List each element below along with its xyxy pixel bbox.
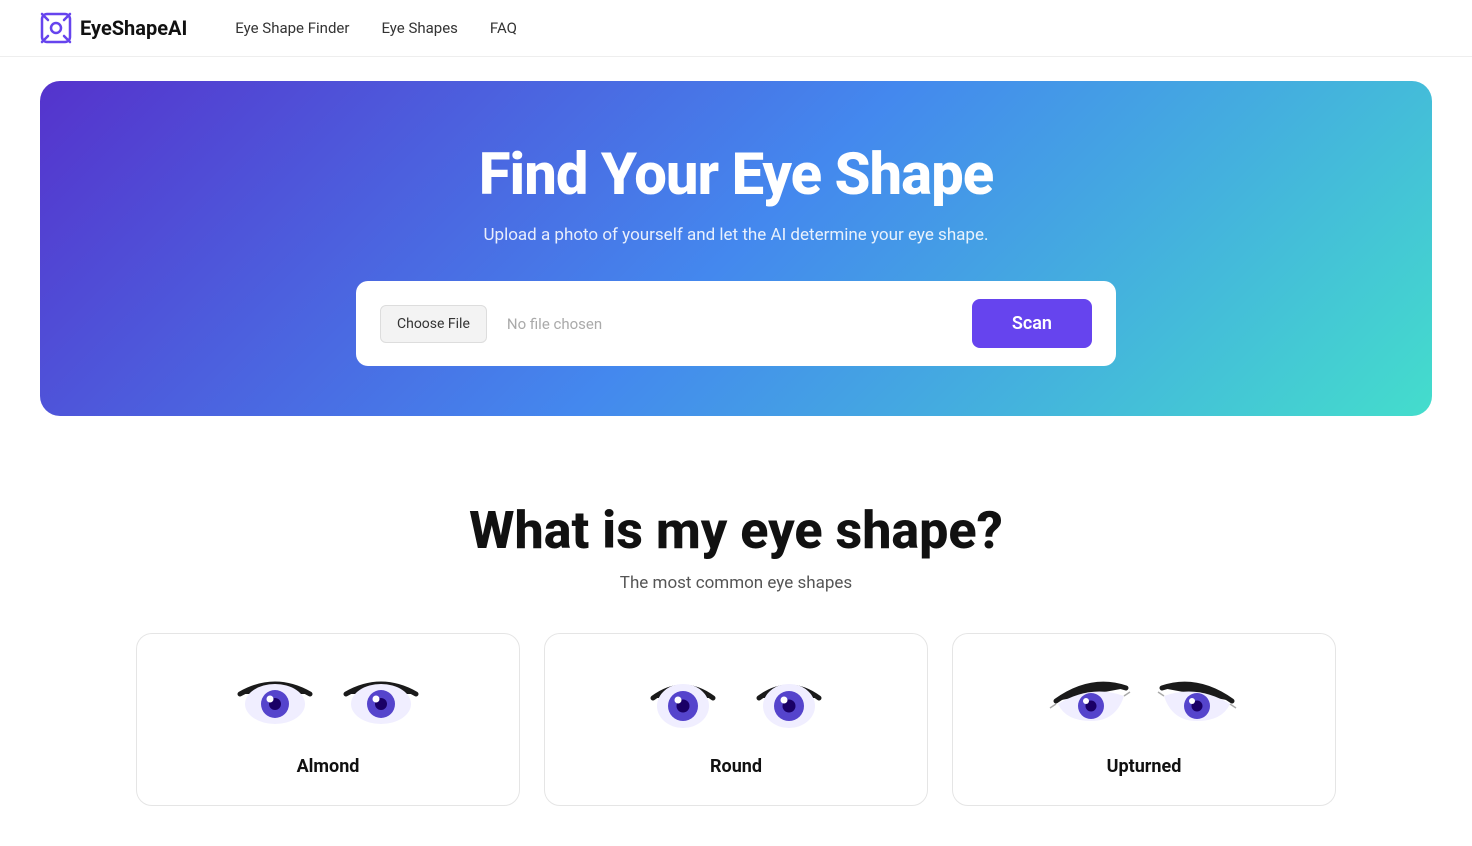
card-almond: Almond — [136, 633, 520, 806]
scan-button[interactable]: Scan — [972, 299, 1092, 348]
nav-link-shapes[interactable]: Eye Shapes — [381, 19, 457, 37]
hero-title: Find Your Eye Shape — [479, 141, 993, 209]
logo-icon — [40, 12, 72, 44]
card-upturned: Upturned — [952, 633, 1336, 806]
almond-left-eye — [230, 666, 320, 736]
almond-eyes — [230, 666, 426, 736]
choose-file-button[interactable]: Choose File — [380, 305, 487, 343]
upturned-right-eye — [1152, 666, 1242, 736]
hero-section: Find Your Eye Shape Upload a photo of yo… — [40, 81, 1432, 416]
hero-subtitle: Upload a photo of yourself and let the A… — [484, 225, 989, 245]
eye-shapes-section: What is my eye shape? The most common ey… — [0, 440, 1472, 846]
section-subtitle: The most common eye shapes — [620, 573, 852, 593]
card-almond-label: Almond — [297, 756, 360, 777]
round-eyes — [638, 666, 834, 736]
eye-shape-cards: Almond — [136, 633, 1336, 806]
card-round-label: Round — [710, 756, 762, 777]
round-left-eye — [638, 666, 728, 736]
logo[interactable]: EyeShapeAI — [40, 12, 187, 44]
upturned-left-eye — [1046, 666, 1136, 736]
nav-link-finder[interactable]: Eye Shape Finder — [235, 19, 349, 37]
section-title: What is my eye shape? — [469, 500, 1003, 561]
card-upturned-label: Upturned — [1107, 756, 1182, 777]
round-right-eye — [744, 666, 834, 736]
nav-link-faq[interactable]: FAQ — [490, 19, 517, 37]
file-name-display: No file chosen — [499, 315, 960, 333]
almond-right-eye — [336, 666, 426, 736]
upload-box: Choose File No file chosen Scan — [356, 281, 1116, 366]
upturned-eyes — [1046, 666, 1242, 736]
navbar: EyeShapeAI Eye Shape Finder Eye Shapes F… — [0, 0, 1472, 57]
card-round: Round — [544, 633, 928, 806]
logo-text: EyeShapeAI — [80, 16, 187, 40]
